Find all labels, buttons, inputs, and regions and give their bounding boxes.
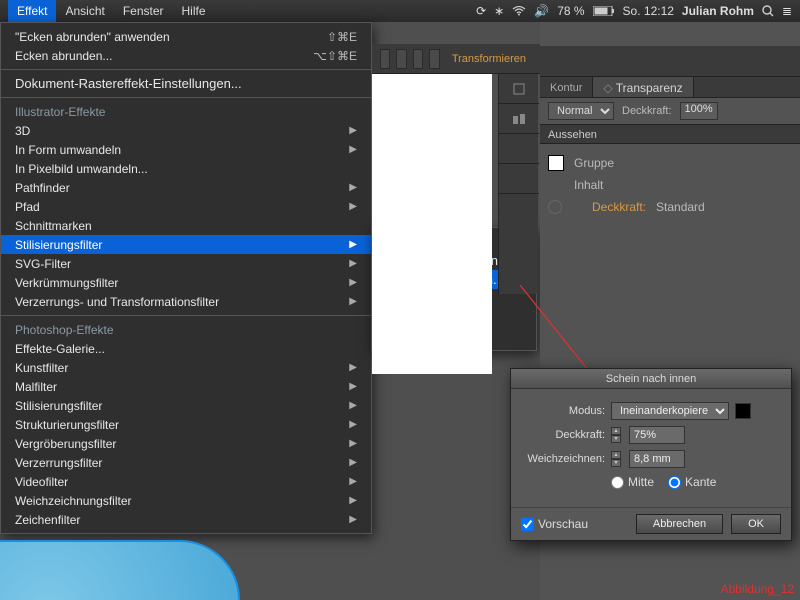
glow-color-swatch[interactable] (735, 403, 751, 419)
macos-menubar: Effekt Ansicht Fenster Hilfe ⟳ ∗ 🔊 78 % … (0, 0, 800, 22)
cancel-button[interactable]: Abbrechen (636, 514, 723, 534)
ok-button[interactable]: OK (731, 514, 781, 534)
appearance-content[interactable]: Inhalt (548, 174, 792, 196)
menu-fenster[interactable]: Fenster (114, 0, 173, 22)
menu-verkruemmung[interactable]: Verkrümmungsfilter▶ (1, 273, 371, 292)
menu-malfilter[interactable]: Malfilter▶ (1, 377, 371, 396)
visibility-icon[interactable] (548, 200, 562, 214)
sync-icon: ⟳ (476, 4, 486, 18)
align-icon[interactable] (429, 49, 439, 69)
menu-apply-last[interactable]: "Ecken abrunden" anwenden⇧⌘E (1, 27, 371, 46)
artwork-shape (0, 540, 240, 600)
dock-icon[interactable] (499, 74, 539, 104)
menu-svg-filter[interactable]: SVG-Filter▶ (1, 254, 371, 273)
menu-pixelbild[interactable]: In Pixelbild umwandeln... (1, 159, 371, 178)
opacity-label: Deckkraft: (622, 105, 672, 117)
transparency-row: Normal Deckkraft: 100% (540, 98, 800, 124)
artboard[interactable] (372, 74, 492, 374)
panel-aussehen-header[interactable]: Aussehen (540, 124, 800, 144)
opacity-value[interactable]: 100% (680, 102, 718, 120)
opacity-label: Deckkraft: (523, 429, 605, 441)
clock: So. 12:12 (623, 4, 674, 18)
dock-icon[interactable] (499, 134, 539, 164)
menu-raster-settings[interactable]: Dokument-Rastereffekt-Einstellungen... (1, 74, 371, 93)
menu-hilfe[interactable]: Hilfe (173, 0, 215, 22)
user-name: Julian Rohm (682, 4, 754, 18)
dock-icon[interactable] (499, 164, 539, 194)
tab-transparenz[interactable]: ◇ Transparenz (592, 77, 693, 97)
menu-in-form[interactable]: In Form umwandeln▶ (1, 140, 371, 159)
menu-zeichenfilter[interactable]: Zeichenfilter▶ (1, 510, 371, 529)
opacity-field[interactable] (629, 426, 685, 444)
mode-label: Modus: (523, 405, 605, 417)
menu-videofilter[interactable]: Videofilter▶ (1, 472, 371, 491)
menu-ps-verzerrung[interactable]: Verzerrungsfilter▶ (1, 453, 371, 472)
figure-caption: Abbildung_12 (721, 582, 794, 596)
menu-3d[interactable]: 3D▶ (1, 121, 371, 140)
bluetooth-icon: ∗ (494, 4, 504, 18)
wifi-icon (512, 6, 526, 16)
mode-select[interactable]: Ineinanderkopieren (611, 402, 729, 420)
menu-ecken-abrunden[interactable]: Ecken abrunden...⌥⇧⌘E (1, 46, 371, 65)
menu-kunstfilter[interactable]: Kunstfilter▶ (1, 358, 371, 377)
dock-icon[interactable] (499, 104, 539, 134)
appearance-opacity[interactable]: Deckkraft:Standard (548, 196, 792, 218)
menu-ansicht[interactable]: Ansicht (56, 0, 113, 22)
battery-percent: 78 % (557, 4, 584, 18)
effekt-dropdown: "Ecken abrunden" anwenden⇧⌘E Ecken abrun… (0, 22, 372, 534)
align-icon[interactable] (396, 49, 406, 69)
blur-label: Weichzeichnen: (523, 453, 605, 465)
transform-label[interactable]: Transformieren (446, 53, 532, 65)
header-illustrator-effekte: Illustrator-Effekte (1, 102, 371, 121)
menu-strukturierung[interactable]: Strukturierungsfilter▶ (1, 415, 371, 434)
inner-glow-dialog: Schein nach innen Modus: Ineinanderkopie… (510, 368, 792, 541)
dialog-title: Schein nach innen (511, 369, 791, 389)
preview-checkbox[interactable]: Vorschau (521, 517, 588, 531)
menu-schnittmarken[interactable]: Schnittmarken (1, 216, 371, 235)
appearance-group[interactable]: Gruppe (548, 152, 792, 174)
align-icon[interactable] (413, 49, 423, 69)
menu-effekte-galerie[interactable]: Effekte-Galerie... (1, 339, 371, 358)
header-photoshop-effekte: Photoshop-Effekte (1, 320, 371, 339)
control-bar: Transformieren (372, 44, 540, 74)
menu-pathfinder[interactable]: Pathfinder▶ (1, 178, 371, 197)
blur-field[interactable] (629, 450, 685, 468)
panel-tabs: Kontur ◇ Transparenz (540, 76, 800, 98)
volume-icon: 🔊 (534, 4, 549, 18)
menu-weichzeichnung[interactable]: Weichzeichnungsfilter▶ (1, 491, 371, 510)
opacity-stepper[interactable]: ▴▾ (611, 427, 621, 443)
menu-stilisierungsfilter[interactable]: Stilisierungsfilter▶ (1, 235, 371, 254)
spotlight-icon[interactable] (762, 5, 774, 17)
menu-pfad[interactable]: Pfad▶ (1, 197, 371, 216)
radio-edge[interactable]: Kante (668, 475, 716, 489)
menu-icon[interactable]: ≣ (782, 4, 792, 18)
radio-center[interactable]: Mitte (611, 475, 654, 489)
blur-stepper[interactable]: ▴▾ (611, 451, 621, 467)
menu-vergroeberung[interactable]: Vergröberungsfilter▶ (1, 434, 371, 453)
align-icon[interactable] (380, 49, 390, 69)
tab-kontur[interactable]: Kontur (540, 77, 592, 97)
menu-effekt[interactable]: Effekt (8, 0, 56, 22)
menubar-status: ⟳ ∗ 🔊 78 % So. 12:12 Julian Rohm ≣ (476, 4, 792, 18)
menu-ps-stilisierung[interactable]: Stilisierungsfilter▶ (1, 396, 371, 415)
battery-icon (593, 6, 615, 16)
menu-verzerrung[interactable]: Verzerrungs- und Transformationsfilter▶ (1, 292, 371, 311)
fill-swatch (548, 155, 564, 171)
panel-dock (498, 74, 538, 294)
blend-mode-select[interactable]: Normal (548, 102, 614, 120)
